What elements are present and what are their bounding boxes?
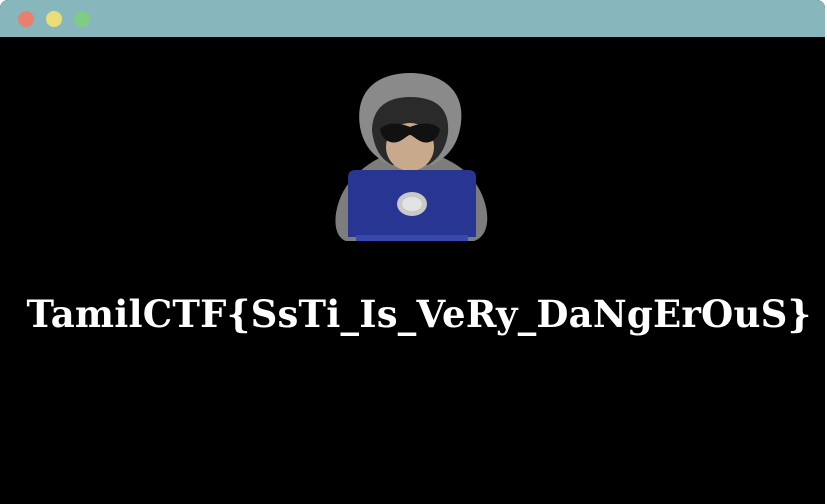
browser-window: TamilCTF{SsTi_Is_VeRy_DaNgErOuS} xyxy=(0,0,825,504)
flag-text: TamilCTF{SsTi_Is_VeRy_DaNgErOuS} xyxy=(26,292,812,336)
window-titlebar xyxy=(0,0,825,37)
minimize-window-button[interactable] xyxy=(46,11,62,27)
maximize-window-button[interactable] xyxy=(74,11,90,27)
hooded-hacker-with-laptop-icon xyxy=(335,73,488,241)
close-window-button[interactable] xyxy=(18,11,34,27)
